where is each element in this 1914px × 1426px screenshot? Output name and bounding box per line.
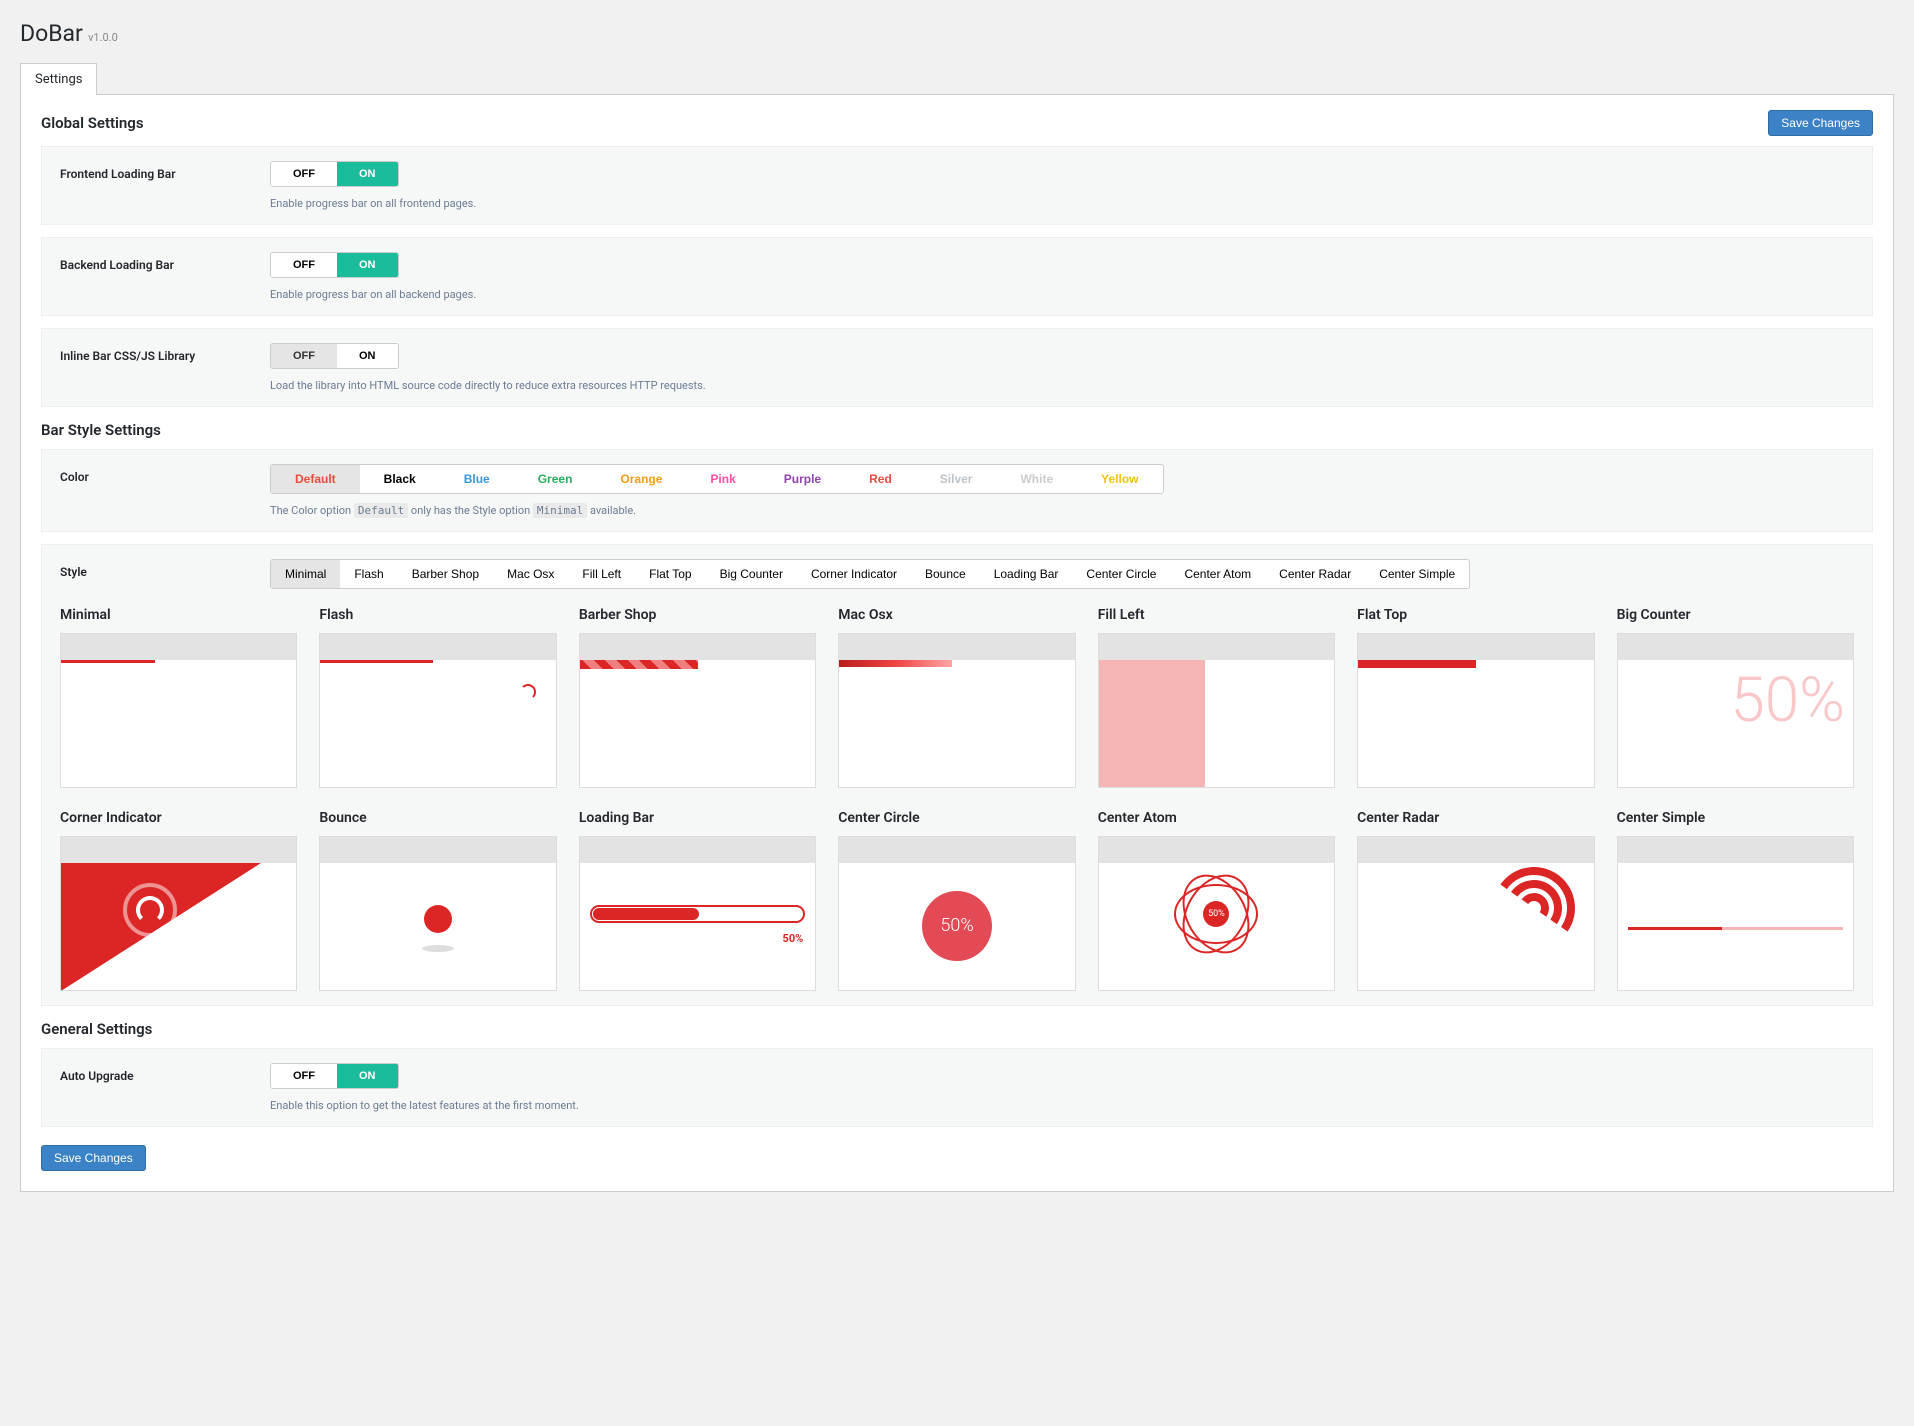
- field-inline: Inline Bar CSS/JS Library OFF ON Load th…: [41, 328, 1873, 407]
- help-frontend: Enable progress bar on all frontend page…: [270, 197, 1854, 210]
- toggle-inline-on[interactable]: ON: [337, 344, 398, 368]
- label-color: Color: [60, 464, 270, 484]
- tabs: Settings: [20, 62, 1894, 94]
- tab-settings[interactable]: Settings: [20, 63, 97, 95]
- preview-barber: Barber Shop: [579, 607, 816, 788]
- field-frontend: Frontend Loading Bar OFF ON Enable progr…: [41, 146, 1873, 225]
- label-backend: Backend Loading Bar: [60, 252, 270, 272]
- toggle-frontend-on[interactable]: ON: [337, 162, 398, 186]
- toggle-backend-on[interactable]: ON: [337, 253, 398, 277]
- preview-macosx: Mac Osx: [838, 607, 1075, 788]
- preview-centersimple: Center Simple: [1617, 810, 1854, 991]
- preview-minimal: Minimal: [60, 607, 297, 788]
- toggle-inline[interactable]: OFF ON: [270, 343, 399, 369]
- help-autoupgrade: Enable this option to get the latest fea…: [270, 1099, 1854, 1112]
- color-options: DefaultBlackBlueGreenOrangePinkPurpleRed…: [270, 464, 1164, 494]
- toggle-inline-off[interactable]: OFF: [271, 344, 337, 368]
- style-option-corner-indicator[interactable]: Corner Indicator: [797, 560, 911, 588]
- save-button-top[interactable]: Save Changes: [1768, 110, 1873, 136]
- style-option-center-radar[interactable]: Center Radar: [1265, 560, 1365, 588]
- style-option-bounce[interactable]: Bounce: [911, 560, 980, 588]
- style-option-minimal[interactable]: Minimal: [271, 560, 340, 588]
- help-backend: Enable progress bar on all backend pages…: [270, 288, 1854, 301]
- preview-centerradar: Center Radar: [1357, 810, 1594, 991]
- toggle-autoupgrade-off[interactable]: OFF: [271, 1064, 337, 1088]
- toggle-autoupgrade-on[interactable]: ON: [337, 1064, 398, 1088]
- preview-centeratom: Center Atom 50%: [1098, 810, 1335, 991]
- toggle-frontend[interactable]: OFF ON: [270, 161, 399, 187]
- style-option-flash[interactable]: Flash: [340, 560, 397, 588]
- style-options: MinimalFlashBarber ShopMac OsxFill LeftF…: [270, 559, 1470, 589]
- section-bar-style-title: Bar Style Settings: [41, 421, 1873, 439]
- color-option-silver[interactable]: Silver: [916, 465, 997, 493]
- preview-flash: Flash: [319, 607, 556, 788]
- preview-loadingbar: Loading Bar 50%: [579, 810, 816, 991]
- field-backend: Backend Loading Bar OFF ON Enable progre…: [41, 237, 1873, 316]
- section-general-title: General Settings: [41, 1020, 1873, 1038]
- style-option-center-circle[interactable]: Center Circle: [1072, 560, 1170, 588]
- color-option-black[interactable]: Black: [360, 465, 440, 493]
- field-autoupgrade: Auto Upgrade OFF ON Enable this option t…: [41, 1048, 1873, 1127]
- toggle-autoupgrade[interactable]: OFF ON: [270, 1063, 399, 1089]
- style-option-loading-bar[interactable]: Loading Bar: [980, 560, 1073, 588]
- settings-panel: Global Settings Save Changes Frontend Lo…: [20, 94, 1894, 1192]
- label-style: Style: [60, 559, 270, 589]
- color-option-pink[interactable]: Pink: [686, 465, 759, 493]
- color-option-default[interactable]: Default: [271, 465, 360, 493]
- color-option-white[interactable]: White: [996, 465, 1077, 493]
- field-style: Style MinimalFlashBarber ShopMac OsxFill…: [41, 544, 1873, 1006]
- style-option-center-simple[interactable]: Center Simple: [1365, 560, 1469, 588]
- preview-bounce: Bounce: [319, 810, 556, 991]
- style-option-barber-shop[interactable]: Barber Shop: [398, 560, 493, 588]
- color-option-yellow[interactable]: Yellow: [1077, 465, 1162, 493]
- field-color: Color DefaultBlackBlueGreenOrangePinkPur…: [41, 449, 1873, 532]
- app-version: v1.0.0: [88, 31, 118, 44]
- color-option-blue[interactable]: Blue: [440, 465, 514, 493]
- toggle-frontend-off[interactable]: OFF: [271, 162, 337, 186]
- color-option-red[interactable]: Red: [845, 465, 916, 493]
- app-title: DoBar: [20, 20, 83, 47]
- preview-centercircle: Center Circle 50%: [838, 810, 1075, 991]
- label-inline: Inline Bar CSS/JS Library: [60, 343, 270, 363]
- color-option-orange[interactable]: Orange: [596, 465, 686, 493]
- section-global-title: Global Settings: [41, 114, 144, 132]
- color-option-purple[interactable]: Purple: [760, 465, 845, 493]
- color-option-green[interactable]: Green: [514, 465, 597, 493]
- toggle-backend-off[interactable]: OFF: [271, 253, 337, 277]
- label-autoupgrade: Auto Upgrade: [60, 1063, 270, 1083]
- help-color: The Color option Default only has the St…: [270, 504, 1854, 517]
- preview-corner: Corner Indicator: [60, 810, 297, 991]
- style-option-center-atom[interactable]: Center Atom: [1170, 560, 1265, 588]
- preview-flattop: Flat Top: [1357, 607, 1594, 788]
- label-frontend: Frontend Loading Bar: [60, 161, 270, 181]
- page-header: DoBar v1.0.0: [20, 10, 1894, 62]
- style-option-fill-left[interactable]: Fill Left: [568, 560, 635, 588]
- spinner-icon: [520, 684, 536, 700]
- preview-fillleft: Fill Left: [1098, 607, 1335, 788]
- style-option-flat-top[interactable]: Flat Top: [635, 560, 705, 588]
- save-button-bottom[interactable]: Save Changes: [41, 1145, 146, 1171]
- help-inline: Load the library into HTML source code d…: [270, 379, 1854, 392]
- style-option-big-counter[interactable]: Big Counter: [706, 560, 797, 588]
- toggle-backend[interactable]: OFF ON: [270, 252, 399, 278]
- style-option-mac-osx[interactable]: Mac Osx: [493, 560, 568, 588]
- preview-bigcounter: Big Counter 50%: [1617, 607, 1854, 788]
